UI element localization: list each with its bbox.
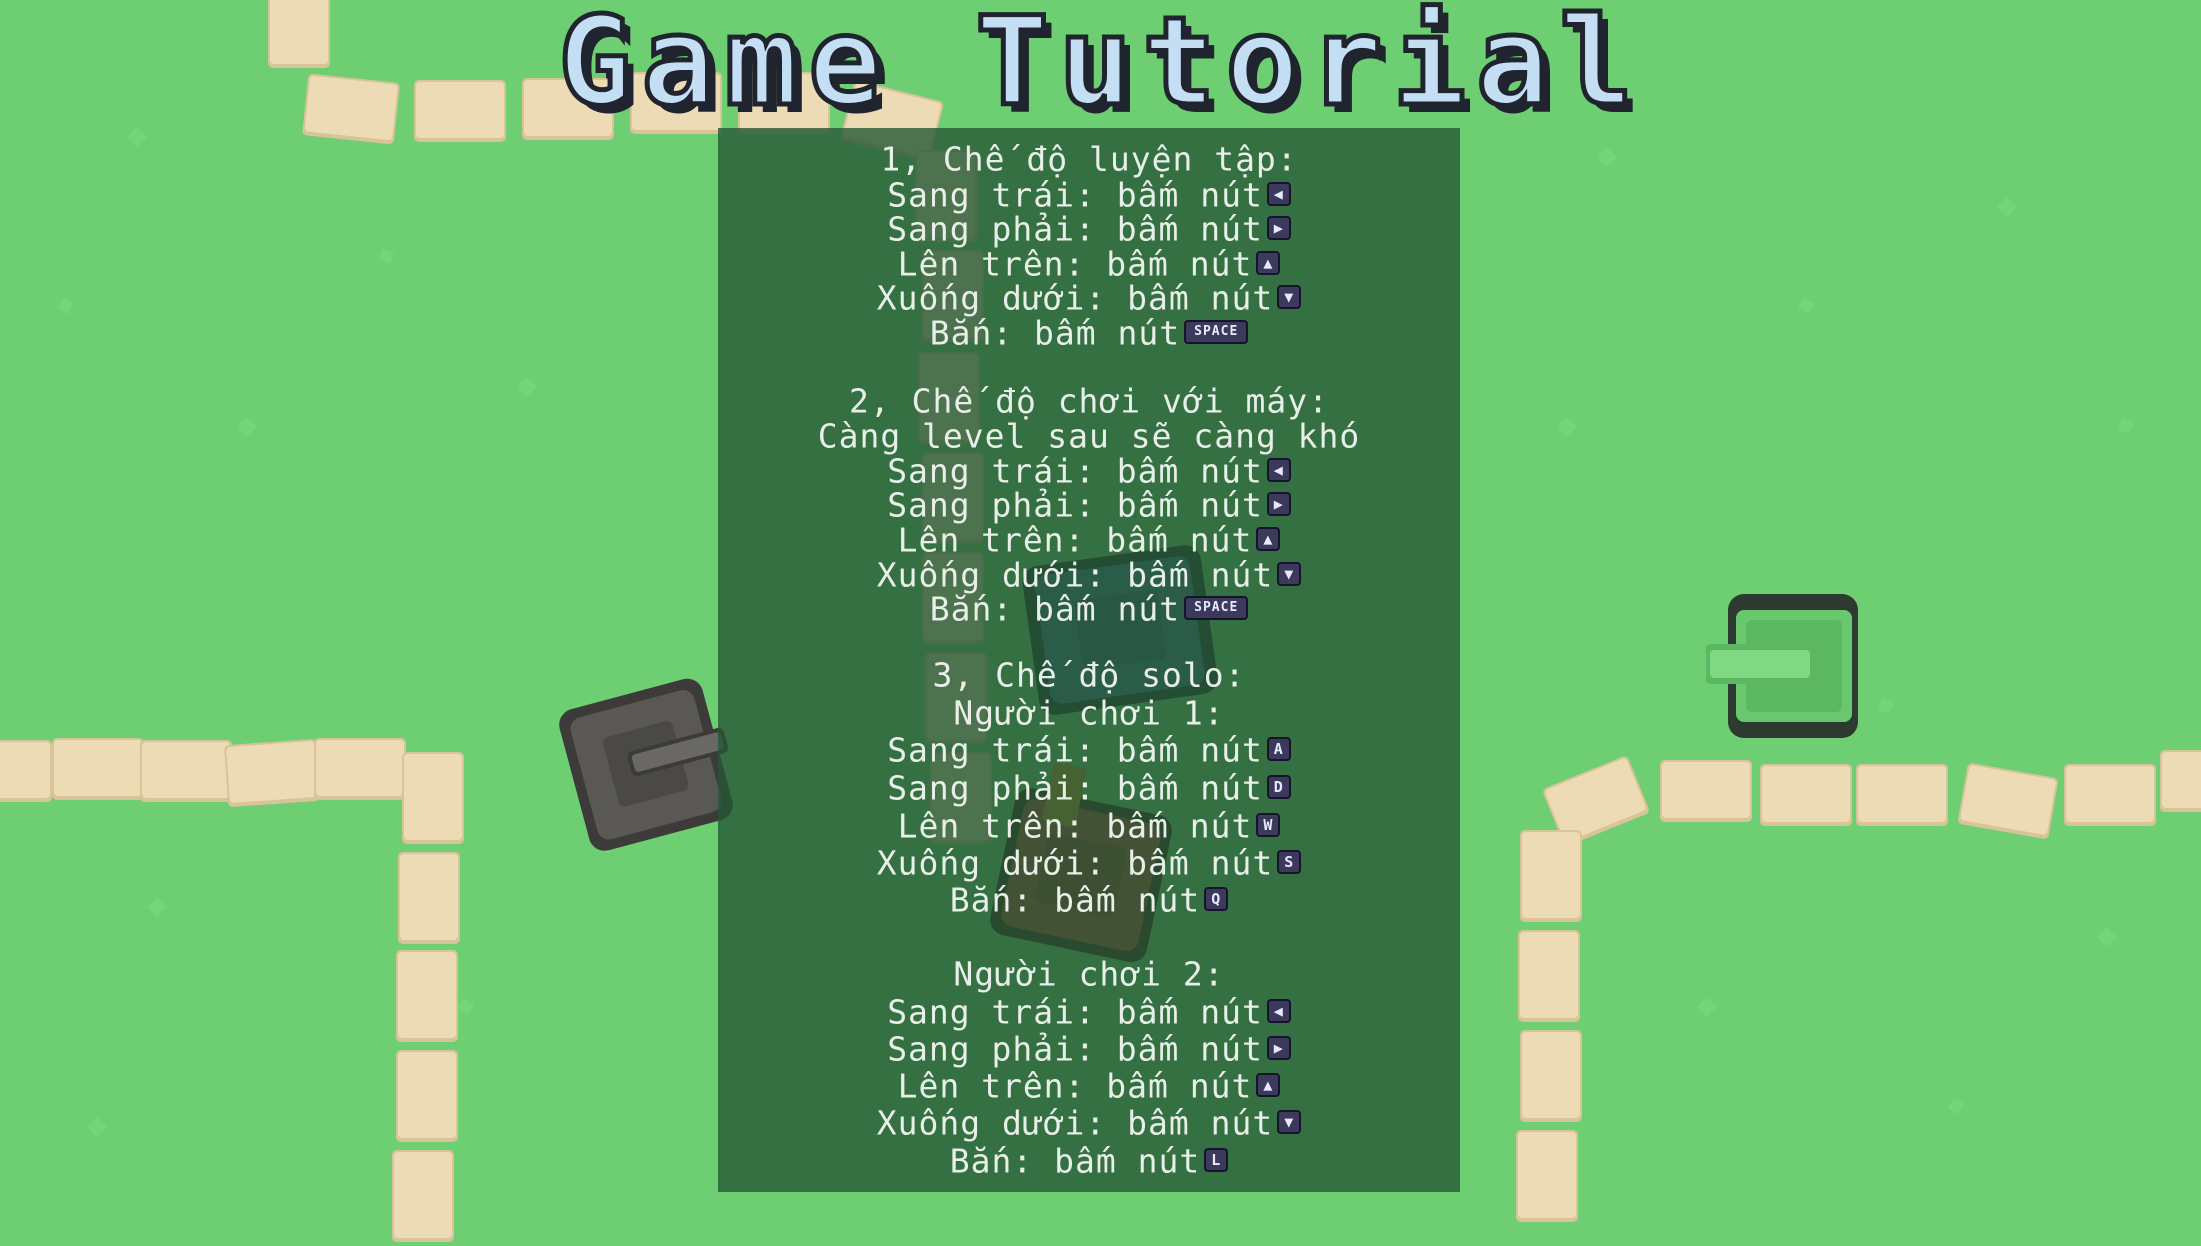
tutorial-line: Lên trên: bấm nút ▲ (718, 245, 1460, 283)
tutorial-line: Sang phải: bấm nút D (718, 769, 1460, 807)
tutorial-line: 1, Chế độ luyện tập: (718, 140, 1460, 178)
tutorial-line: Sang trái: bấm nút ◀ (718, 176, 1460, 214)
down-arrow-key-icon: ▼ (1277, 284, 1302, 309)
tutorial-line: Bắn: bấm nút SPACE (718, 590, 1460, 628)
tutorial-line: Sang phải: bấm nút ▶ (718, 210, 1460, 248)
tutorial-line: Lên trên: bấm nút W (718, 807, 1460, 845)
w-key-icon: W (1256, 812, 1281, 837)
tutorial-line-text: 1, Chế độ luyện tập: (880, 139, 1298, 179)
tutorial-line-text: Bắn: bấm nút (949, 1141, 1201, 1181)
tutorial-line-text: Xuống dưới: bấm nút (876, 1103, 1274, 1143)
tutorial-line: Lên trên: bấm nút ▲ (718, 521, 1460, 559)
tutorial-line: Bắn: bấm nút SPACE (718, 314, 1460, 352)
tutorial-line: Xuống dưới: bấm nút ▼ (718, 279, 1460, 317)
down-arrow-key-icon: ▼ (1277, 561, 1302, 586)
down-arrow-key-icon: ▼ (1277, 1109, 1302, 1134)
tutorial-line-text: 3, Chế độ solo: (932, 655, 1246, 695)
tutorial-line-text: Sang phải: bấm nút (887, 1029, 1263, 1069)
up-arrow-key-icon: ▲ (1256, 526, 1281, 551)
tutorial-line-text: Sang trái: bấm nút (887, 992, 1263, 1032)
tutorial-line: Càng level sau sẽ càng khó (718, 417, 1460, 455)
tutorial-line-text: Người chơi 2: (953, 954, 1225, 994)
tutorial-line-text: Sang trái: bấm nút (887, 730, 1263, 770)
right-arrow-key-icon: ▶ (1266, 215, 1291, 240)
tutorial-line-text: Xuống dưới: bấm nút (876, 843, 1274, 883)
tutorial-line: 3, Chế độ solo: (718, 656, 1460, 694)
left-arrow-key-icon: ◀ (1266, 181, 1291, 206)
tutorial-line-text: Người chơi 1: (953, 693, 1225, 733)
left-arrow-key-icon: ◀ (1266, 998, 1291, 1023)
tutorial-line-text: 2, Chế độ chơi với máy: (849, 381, 1329, 421)
s-key-icon: S (1277, 849, 1302, 874)
tutorial-line: Bắn: bấm nút L (718, 1142, 1460, 1180)
tutorial-line-text: Bắn: bấm nút (929, 313, 1181, 353)
left-arrow-key-icon: ◀ (1266, 457, 1291, 482)
tutorial-line-text: Lên trên: bấm nút (897, 1066, 1253, 1106)
tutorial-line-text: Xuống dưới: bấm nút (876, 278, 1274, 318)
a-key-icon: A (1266, 736, 1291, 761)
tutorial-line: Người chơi 1: (718, 694, 1460, 732)
tutorial-line-text: Lên trên: bấm nút (897, 806, 1253, 846)
game-scene: Game Tutorial 1, Chế độ luyện tập: Sang t… (0, 0, 2201, 1242)
page-title: Game Tutorial (556, 0, 1643, 133)
tutorial-line: Người chơi 2: (718, 955, 1460, 993)
tutorial-line: Sang phải: bấm nút ▶ (718, 1030, 1460, 1068)
tutorial-line-text: Bắn: bấm nút (949, 880, 1201, 920)
tutorial-line-text: Lên trên: bấm nút (897, 520, 1253, 560)
tutorial-line-text: Càng level sau sẽ càng khó (817, 416, 1361, 456)
tutorial-panel: 1, Chế độ luyện tập: Sang trái: bấm nút ◀ S… (718, 128, 1460, 1192)
tutorial-line-text: Bắn: bấm nút (929, 589, 1181, 629)
right-arrow-key-icon: ▶ (1266, 1035, 1291, 1060)
l-key-icon: L (1204, 1147, 1229, 1172)
tutorial-line: Sang trái: bấm nút ◀ (718, 452, 1460, 490)
tutorial-line: Bắn: bấm nút Q (718, 881, 1460, 919)
space-key-icon: SPACE (1184, 319, 1249, 344)
up-arrow-key-icon: ▲ (1256, 250, 1281, 275)
tutorial-line: Xuống dưới: bấm nút S (718, 844, 1460, 882)
tutorial-line: Sang trái: bấm nút ◀ (718, 993, 1460, 1031)
d-key-icon: D (1266, 774, 1291, 799)
green-tank-icon (1706, 594, 1858, 738)
tutorial-line: 2, Chế độ chơi với máy: (718, 382, 1460, 420)
q-key-icon: Q (1204, 886, 1229, 911)
tutorial-line: Lên trên: bấm nút ▲ (718, 1067, 1460, 1105)
tutorial-line-text: Sang phải: bấm nút (887, 209, 1263, 249)
up-arrow-key-icon: ▲ (1256, 1072, 1281, 1097)
tutorial-line: Xuống dưới: bấm nút ▼ (718, 1104, 1460, 1142)
tutorial-line-text: Sang phải: bấm nút (887, 768, 1263, 808)
tutorial-line: Sang trái: bấm nút A (718, 731, 1460, 769)
space-key-icon: SPACE (1184, 595, 1249, 620)
tutorial-line: Sang phải: bấm nút ▶ (718, 486, 1460, 524)
tutorial-line: Xuống dưới: bấm nút ▼ (718, 556, 1460, 594)
tutorial-line-text: Sang phải: bấm nút (887, 485, 1263, 525)
right-arrow-key-icon: ▶ (1266, 491, 1291, 516)
